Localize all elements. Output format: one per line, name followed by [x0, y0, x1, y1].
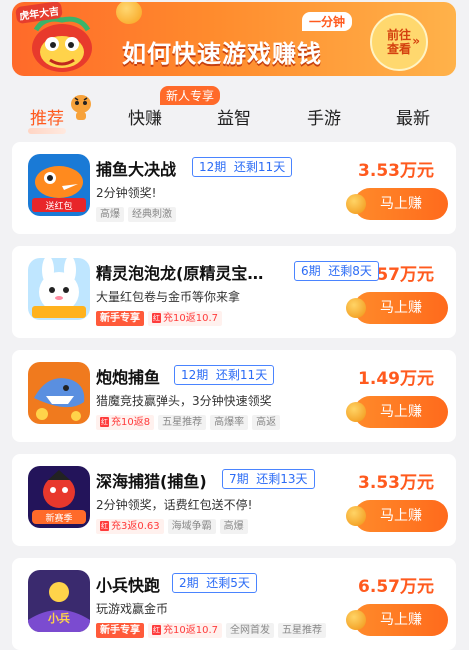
game-description: 猎魔竞技赢弹头，3分钟快速领奖 — [96, 394, 272, 408]
tab-mobile-games[interactable]: 手游 — [289, 104, 359, 129]
period-badge: 12期 还剩11天 — [174, 365, 275, 385]
banner-goto-button[interactable]: 前往查看 » — [370, 13, 428, 71]
game-name: 炮炮捕鱼 — [96, 368, 161, 387]
tag: 高爆 — [96, 207, 124, 222]
game-card[interactable]: 炮炮捕鱼 12期 还剩11天 猎魔竞技赢弹头，3分钟快速领奖 充10返8五星推荐… — [12, 350, 456, 442]
svg-text:新赛季: 新赛季 — [45, 512, 72, 524]
coin-decoration — [116, 2, 142, 24]
tag: 充10返10.7 — [148, 623, 222, 638]
earn-now-button[interactable]: 马上赚 — [346, 188, 448, 220]
tag: 新手专享 — [96, 623, 144, 638]
svg-text:送红包: 送红包 — [45, 200, 72, 212]
game-name: 小兵快跑 — [96, 576, 161, 595]
coin-icon — [346, 194, 366, 214]
tag: 充3返0.63 — [96, 519, 164, 534]
earn-now-button[interactable]: 马上赚 — [346, 604, 448, 636]
earn-now-button[interactable]: 马上赚 — [346, 500, 448, 532]
tiger-mascot-icon — [71, 95, 91, 120]
svg-text:小兵: 小兵 — [47, 611, 70, 625]
game-card[interactable]: 新赛季 深海捕猎(捕鱼) 7期 还剩13天 2分钟领奖，话费红包送不停! 充3返… — [12, 454, 456, 546]
reward-amount: 3.53万元 — [358, 473, 434, 493]
promo-banner[interactable]: 虎年大吉 一分钟 如何快速游戏赚钱 前往查看 » — [12, 2, 456, 76]
game-name: 捕鱼大决战 — [96, 160, 177, 179]
tag-list: 新手专享充10返10.7 — [96, 306, 226, 326]
game-card[interactable]: 送红包 捕鱼大决战 12期 还剩11天 2分钟领奖! 高爆 经典刺激 3.53万元… — [12, 142, 456, 234]
reward-amount: 3.53万元 — [358, 161, 434, 181]
tag: 高返 — [252, 415, 281, 430]
tab-quick-earn[interactable]: 快赚 — [110, 104, 180, 129]
soldier-run-icon: 小兵 — [28, 570, 90, 632]
reward-amount: 6.57万元 — [358, 577, 434, 597]
coin-icon — [346, 506, 366, 526]
active-tab-underline — [28, 128, 66, 134]
coin-icon — [346, 298, 366, 318]
double-chevron-right-icon: » — [412, 34, 420, 48]
category-tabs: 推荐 快赚 新人专享 益智 手游 最新 — [0, 84, 469, 134]
game-description: 2分钟领奖! — [96, 186, 157, 200]
deep-sea-icon: 新赛季 — [28, 466, 90, 528]
game-description: 大量红包卷与金币等你来拿 — [96, 290, 241, 304]
game-description: 玩游戏赢金币 — [96, 602, 169, 616]
tag-list: 新手专享充10返10.7 全网首发五星推荐 — [96, 618, 330, 638]
game-name: 精灵泡泡龙(原精灵宝… — [96, 264, 264, 283]
tag: 全网首发 — [226, 623, 274, 638]
tag: 高爆率 — [210, 415, 249, 430]
period-badge: 2期 还剩5天 — [172, 573, 257, 593]
reward-amount: 1.49万元 — [358, 369, 434, 389]
tag-list: 高爆 经典刺激 — [96, 202, 180, 222]
tab-puzzle[interactable]: 益智 — [199, 104, 269, 129]
bunny-bubble-icon — [28, 258, 90, 320]
tag: 海域争霸 — [167, 519, 216, 534]
period-badge: 6期 还剩8天 — [294, 261, 379, 281]
tag: 充10返10.7 — [148, 311, 222, 326]
shark-cannon-icon — [28, 362, 90, 424]
game-name: 深海捕猎(捕鱼) — [96, 472, 207, 491]
tag-list: 充3返0.63海域争霸高爆 — [96, 514, 252, 534]
earn-now-button[interactable]: 马上赚 — [346, 292, 448, 324]
game-description: 2分钟领奖，话费红包送不停! — [96, 498, 253, 512]
goto-label: 前往查看 — [386, 28, 411, 56]
game-card[interactable]: 精灵泡泡龙(原精灵宝… 6.57万元 6期 还剩8天 大量红包卷与金币等你来拿 … — [12, 246, 456, 338]
game-card[interactable]: 小兵 小兵快跑 2期 还剩5天 玩游戏赢金币 新手专享充10返10.7 全网首发五… — [12, 558, 456, 650]
tag: 经典刺激 — [128, 207, 176, 222]
tag: 五星推荐 — [278, 623, 326, 638]
period-badge: 12期 还剩11天 — [192, 157, 293, 177]
earn-now-button[interactable]: 马上赚 — [346, 396, 448, 428]
period-badge: 7期 还剩13天 — [222, 469, 315, 489]
banner-badge: 一分钟 — [302, 12, 353, 31]
banner-title: 如何快速游戏赚钱 — [122, 40, 322, 68]
fish-game-icon: 送红包 — [28, 154, 90, 216]
coin-icon — [346, 402, 366, 422]
new-user-badge: 新人专享 — [160, 86, 221, 105]
tag: 高爆 — [219, 519, 248, 534]
tab-latest[interactable]: 最新 — [378, 104, 448, 129]
tag: 充10返8 — [96, 415, 155, 430]
tag: 五星推荐 — [158, 415, 207, 430]
tag-list: 充10返8五星推荐高爆率高返 — [96, 410, 284, 430]
tag: 新手专享 — [96, 311, 144, 326]
coin-icon — [346, 610, 366, 630]
